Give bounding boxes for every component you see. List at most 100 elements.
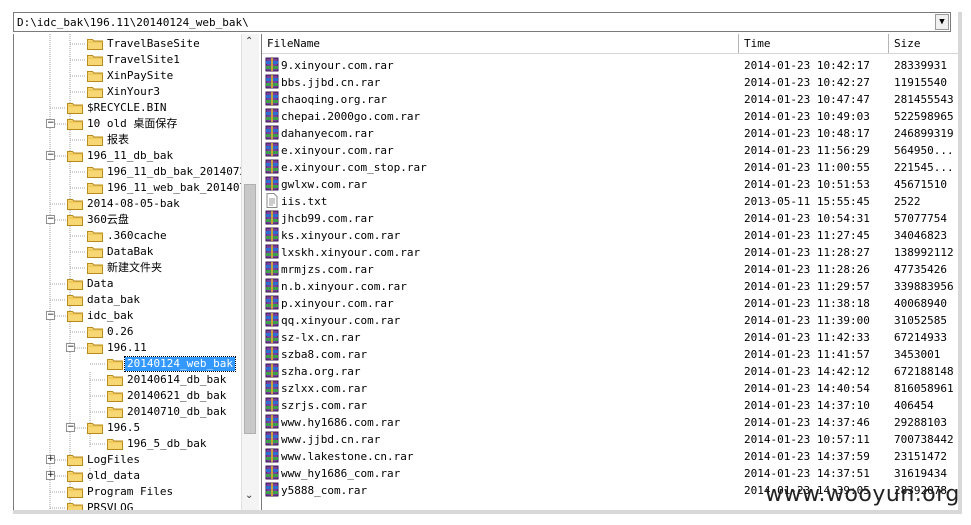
collapse-icon[interactable]: − (66, 423, 75, 432)
path-input[interactable]: D:\idc_bak\196.11\20140124_web_bak\ (17, 16, 249, 29)
window-shadow-right (958, 12, 962, 512)
path-combobox[interactable]: D:\idc_bak\196.11\20140124_web_bak\ ▼ (13, 12, 951, 32)
file-row[interactable]: szlxx.com.rar 2014-01-23 14:40:54 81605896… (262, 379, 959, 396)
file-name: www.lakestone.cn.rar (281, 450, 414, 463)
tree-item[interactable]: 196_11_db_bak_20140726 (14, 164, 253, 180)
collapse-icon[interactable]: − (46, 311, 55, 320)
expand-icon[interactable]: + (46, 471, 55, 480)
tree-item[interactable]: $RECYCLE.BIN (14, 100, 241, 116)
tree-item[interactable]: 20140614_db_bak (14, 372, 241, 388)
folder-icon (67, 310, 83, 322)
tree-item[interactable]: − idc_bak (14, 308, 241, 324)
tree-item[interactable]: 0.26 (14, 324, 241, 340)
file-row[interactable]: chaoqing.org.rar 2014-01-23 10:47:47 28145… (262, 90, 959, 107)
file-row[interactable]: mrmjzs.com.rar 2014-01-23 11:28:26 4773542… (262, 260, 959, 277)
file-row[interactable]: szba8.com.rar 2014-01-23 11:41:57 3453001 (262, 345, 959, 362)
folder-icon (87, 422, 103, 434)
column-header-filename[interactable]: FileName (262, 34, 739, 53)
file-row[interactable]: bbs.jjbd.cn.rar 2014-01-23 10:42:27 119155… (262, 73, 959, 90)
scroll-down-icon[interactable]: ⌄ (245, 490, 253, 501)
file-row[interactable]: www.lakestone.cn.rar 2014-01-23 14:37:59 2… (262, 447, 959, 464)
file-row[interactable]: www_hy1686_com.rar 2014-01-23 14:37:51 316… (262, 464, 959, 481)
tree-item[interactable]: 20140621_db_bak (14, 388, 241, 404)
tree-item[interactable]: Program Files (14, 484, 241, 500)
tree-item[interactable]: 196_11_web_bak_20140726 (14, 180, 259, 196)
tree-item-label: 196_5_db_bak (127, 437, 207, 450)
collapse-icon[interactable]: − (46, 151, 55, 160)
file-row[interactable]: www.hy1686.com.rar 2014-01-23 14:37:46 292… (262, 413, 959, 430)
tree-item[interactable]: 新建文件夹 (14, 260, 241, 276)
collapse-icon[interactable]: − (46, 119, 55, 128)
tree-item[interactable]: − 196.5 (14, 420, 241, 436)
file-row[interactable]: www.jjbd.cn.rar 2014-01-23 10:57:11 700738… (262, 430, 959, 447)
file-row[interactable]: iis.txt 2013-05-11 15:55:45 2522 (262, 192, 959, 209)
tree-item-label: $RECYCLE.BIN (87, 101, 167, 114)
tree-item[interactable]: + LogFiles (14, 452, 241, 468)
tree-item[interactable]: XinPaySite (14, 68, 241, 84)
scroll-up-icon[interactable]: ⌃ (245, 36, 253, 47)
tree-item[interactable]: Data (14, 276, 241, 292)
tree-item[interactable]: 20140124_web_bak (14, 356, 241, 372)
file-time: 2014-01-23 14:37:59 (744, 450, 870, 463)
file-row[interactable]: szrjs.com.rar 2014-01-23 14:37:10 406454 (262, 396, 959, 413)
tree-item[interactable]: − 10 old 桌面保存 (14, 116, 241, 132)
file-row[interactable]: e.xinyour.com.rar 2014-01-23 11:56:29 5649… (262, 141, 959, 158)
file-row[interactable]: lxskh.xinyour.com.rar 2014-01-23 11:28:27… (262, 243, 959, 260)
folder-icon (87, 166, 103, 178)
tree-item[interactable]: 196_5_db_bak (14, 436, 241, 452)
rar-archive-icon (265, 465, 279, 480)
file-name: www.hy1686.com.rar (281, 416, 401, 429)
tree-scrollbar[interactable]: ⌃ ⌄ (241, 34, 259, 510)
file-row[interactable]: szha.org.rar 2014-01-23 14:42:12 672188148 (262, 362, 959, 379)
tree-item[interactable]: 报表 (14, 132, 241, 148)
rar-archive-icon (265, 125, 279, 140)
file-list[interactable]: FileName Time Size 9.xinyour.com.rar 2014… (261, 34, 959, 511)
collapse-icon[interactable]: − (46, 215, 55, 224)
tree-item[interactable]: + old_data (14, 468, 241, 484)
file-row[interactable]: n.b.xinyour.com.rar 2014-01-23 11:29:57 33… (262, 277, 959, 294)
scroll-thumb[interactable] (244, 184, 256, 434)
collapse-icon[interactable]: − (66, 343, 75, 352)
folder-tree[interactable]: TravelBaseSite TravelSite1 XinPaySite XinYo… (13, 34, 259, 511)
tree-item-label: Program Files (87, 485, 174, 498)
file-name: y5888_com.rar (281, 484, 368, 497)
file-row[interactable]: jhcb99.com.rar 2014-01-23 10:54:31 5707775… (262, 209, 959, 226)
tree-item[interactable]: .360cache (14, 228, 241, 244)
column-header-time[interactable]: Time (739, 34, 889, 53)
file-row[interactable]: sz-lx.cn.rar 2014-01-23 11:42:33 67214933 (262, 328, 959, 345)
tree-item[interactable]: DataBak (14, 244, 241, 260)
file-time: 2014-01-23 14:42:12 (744, 365, 870, 378)
tree-item[interactable]: data_bak (14, 292, 241, 308)
file-row[interactable]: e.xinyour.com_stop.rar 2014-01-23 11:00:5… (262, 158, 959, 175)
file-time: 2014-01-23 11:28:27 (744, 246, 870, 259)
tree-item[interactable]: − 196_11_db_bak (14, 148, 241, 164)
file-time: 2014-01-23 10:42:27 (744, 76, 870, 89)
rar-archive-icon (265, 108, 279, 123)
file-row[interactable]: dahanyecom.rar 2014-01-23 10:48:17 2468993… (262, 124, 959, 141)
rar-archive-icon (265, 431, 279, 446)
file-row[interactable]: gwlxw.com.rar 2014-01-23 10:51:53 45671510 (262, 175, 959, 192)
tree-item[interactable]: TravelSite1 (14, 52, 241, 68)
tree-item[interactable]: XinYour3 (14, 84, 241, 100)
expand-icon[interactable]: + (46, 455, 55, 464)
folder-icon (87, 230, 103, 242)
tree-item-label-selected: 20140124_web_bak (124, 356, 236, 372)
file-name: chepai.2000go.com.rar (281, 110, 421, 123)
file-row[interactable]: 9.xinyour.com.rar 2014-01-23 10:42:17 2833… (262, 56, 959, 73)
tree-item[interactable]: TravelBaseSite (14, 36, 241, 52)
file-name: jhcb99.com.rar (281, 212, 374, 225)
chevron-down-icon[interactable]: ▼ (935, 14, 949, 30)
tree-item[interactable]: − 360云盘 (14, 212, 241, 228)
file-size: 406454 (894, 399, 934, 412)
tree-item-label: .360cache (107, 229, 167, 242)
column-header-size[interactable]: Size (889, 34, 959, 53)
tree-item[interactable]: 2014-08-05-bak (14, 196, 241, 212)
file-size: 29288103 (894, 416, 947, 429)
tree-item[interactable]: 20140710_db_bak (14, 404, 241, 420)
file-name: szba8.com.rar (281, 348, 368, 361)
file-row[interactable]: qq.xinyour.com.rar 2014-01-23 11:39:00 310… (262, 311, 959, 328)
tree-item[interactable]: − 196.11 (14, 340, 241, 356)
file-row[interactable]: chepai.2000go.com.rar 2014-01-23 10:49:03… (262, 107, 959, 124)
file-row[interactable]: p.xinyour.com.rar 2014-01-23 11:38:18 4006… (262, 294, 959, 311)
file-row[interactable]: ks.xinyour.com.rar 2014-01-23 11:27:45 340… (262, 226, 959, 243)
